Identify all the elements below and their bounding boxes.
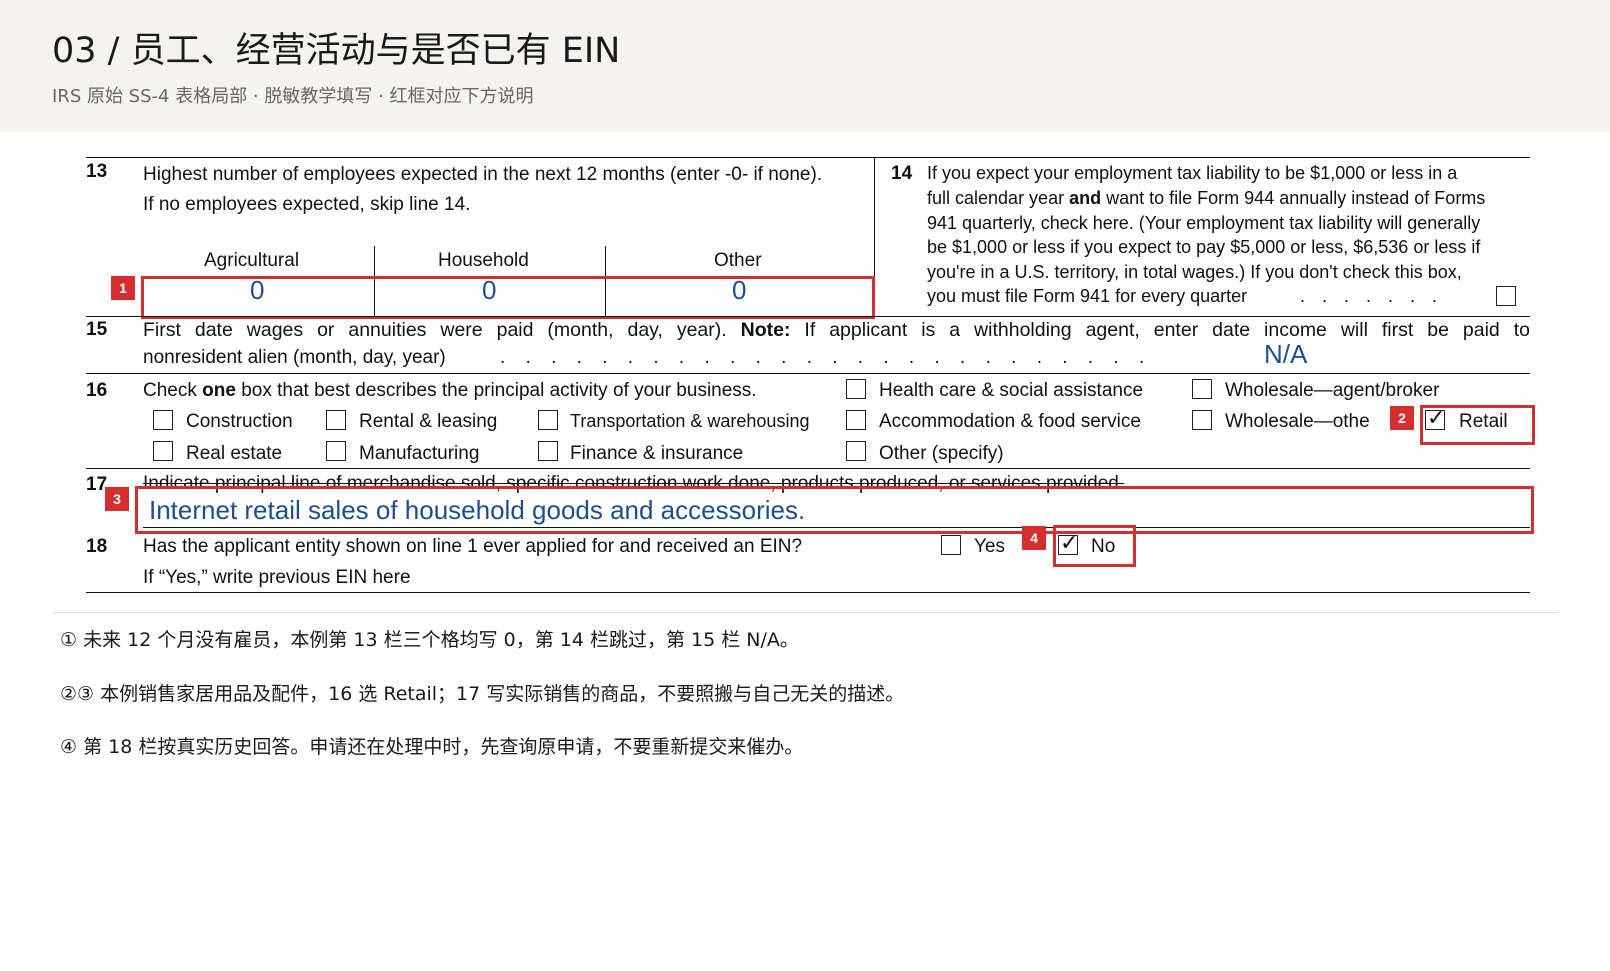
line15-note-label: Note: xyxy=(740,319,791,341)
annotation-badge-4: 4 xyxy=(1022,526,1046,550)
label-construction: Construction xyxy=(186,411,293,432)
col-other-label: Other xyxy=(714,250,762,271)
line15-text-1b: If applicant is a withholding agent, ent… xyxy=(804,319,1530,341)
ss4-form-excerpt: 13 Highest number of employees expected … xyxy=(0,133,1610,623)
line16-text-b: box that best describes the principal ac… xyxy=(241,380,757,401)
annotation-badge-1: 1 xyxy=(111,276,135,300)
line14-text-6: you must file Form 941 for every quarter xyxy=(927,286,1248,306)
first-wages-date[interactable]: N/A xyxy=(1264,339,1307,370)
line14-text-1: If you expect your employment tax liabil… xyxy=(927,163,1458,183)
checkbox-construction[interactable] xyxy=(153,410,173,430)
label-transportation: Transportation & warehousing xyxy=(570,411,810,431)
line14-text-2-rest: want to file Form 944 annually instead o… xyxy=(1106,188,1486,208)
line18-number: 18 xyxy=(86,536,108,557)
annotation-box-3 xyxy=(135,486,1534,534)
line16-text: Check one box that best describes the pr… xyxy=(143,380,757,402)
note-3: ④ 第 18 栏按真实历史回答。申请还在处理中时，先查询原申请，不要重新提交来催… xyxy=(60,736,804,758)
col-agricultural-label: Agricultural xyxy=(204,250,300,271)
line14-dots: . . . . . . . xyxy=(1300,286,1444,306)
checkbox-transportation[interactable] xyxy=(538,410,558,430)
annotation-box-2 xyxy=(1420,405,1535,445)
line14-text-2-prefix: full calendar year xyxy=(927,188,1065,208)
section-divider xyxy=(52,612,1558,613)
line17-number: 17 xyxy=(86,474,108,495)
checkbox-rental[interactable] xyxy=(326,410,346,430)
label-wholesale-agent: Wholesale—agent/broker xyxy=(1225,380,1440,401)
page-header: 03 / 员工、经营活动与是否已有 EIN IRS 原始 SS-4 表格局部 ·… xyxy=(0,0,1610,133)
label-yes: Yes xyxy=(974,536,1005,557)
checkbox-manufacturing[interactable] xyxy=(326,441,346,461)
line14-15-rule xyxy=(86,316,1530,317)
checkbox-other[interactable] xyxy=(846,441,866,461)
note-1: ① 未来 12 个月没有雇员，本例第 13 栏三个格均写 0，第 14 栏跳过，… xyxy=(60,629,799,651)
label-wholesale-other: Wholesale—othe xyxy=(1225,411,1370,432)
checkbox-wholesale-other[interactable] xyxy=(1192,410,1212,430)
line14-text-2: full calendar year and want to file Form… xyxy=(927,188,1485,209)
checkbox-wholesale-agent[interactable] xyxy=(1192,379,1212,399)
line16-17-rule xyxy=(86,468,1530,469)
annotation-badge-2: 2 xyxy=(1390,406,1414,430)
line14-text-2-bold: and xyxy=(1069,188,1102,208)
note-2: ②③ 本例销售家居用品及配件，16 选 Retail；17 写实际销售的商品，不… xyxy=(60,683,905,705)
line14-checkbox[interactable] xyxy=(1496,286,1516,306)
label-accommodation: Accommodation & food service xyxy=(879,411,1141,432)
page-subtitle: IRS 原始 SS-4 表格局部 · 脱敏教学填写 · 红框对应下方说明 xyxy=(52,86,534,107)
line15-number: 15 xyxy=(86,319,108,340)
line14-text-3: 941 quarterly, check here. (Your employm… xyxy=(927,213,1481,233)
line15-16-rule xyxy=(86,373,1530,374)
page-title: 03 / 员工、经营活动与是否已有 EIN xyxy=(52,31,621,71)
label-real-estate: Real estate xyxy=(186,443,283,464)
checkbox-finance[interactable] xyxy=(538,441,558,461)
line13-skip-text: If no employees expected, skip line 14. xyxy=(143,194,471,215)
label-finance: Finance & insurance xyxy=(570,443,744,464)
label-rental: Rental & leasing xyxy=(359,411,498,432)
checkbox-yes[interactable] xyxy=(941,535,961,555)
line14-number: 14 xyxy=(891,163,913,184)
line18-previous-ein-text: If “Yes,” write previous EIN here xyxy=(143,567,411,588)
annotation-box-4 xyxy=(1053,525,1136,567)
label-health-care: Health care & social assistance xyxy=(879,380,1144,401)
line16-text-bold: one xyxy=(202,380,236,401)
checkbox-real-estate[interactable] xyxy=(153,441,173,461)
form-bottom-rule xyxy=(86,592,1530,593)
line14-text-5: you're in a U.S. territory, in total wag… xyxy=(927,262,1462,282)
line15-dots: . . . . . . . . . . . . . . . . . . . . … xyxy=(500,347,1152,368)
line13-text: Highest number of employees expected in … xyxy=(143,164,823,185)
label-other: Other (specify) xyxy=(879,443,1004,464)
checkbox-health-care[interactable] xyxy=(846,379,866,399)
line15-text-1a: First date wages or annuities were paid … xyxy=(143,319,727,341)
line13-number: 13 xyxy=(86,161,108,182)
line16-text-a: Check xyxy=(143,380,197,401)
line18-text: Has the applicant entity shown on line 1… xyxy=(143,536,803,557)
label-manufacturing: Manufacturing xyxy=(359,443,480,464)
line14-text-4: be $1,000 or less if you expect to pay $… xyxy=(927,237,1481,257)
annotation-badge-3: 3 xyxy=(105,487,129,511)
col-household-label: Household xyxy=(438,250,529,271)
checkbox-accommodation[interactable] xyxy=(846,410,866,430)
line16-number: 16 xyxy=(86,380,108,401)
line15-text-1: First date wages or annuities were paid … xyxy=(143,319,1530,342)
line15-text-2: nonresident alien (month, day, year) xyxy=(143,347,446,368)
annotation-box-1 xyxy=(141,276,875,319)
form-top-rule xyxy=(86,157,1530,158)
